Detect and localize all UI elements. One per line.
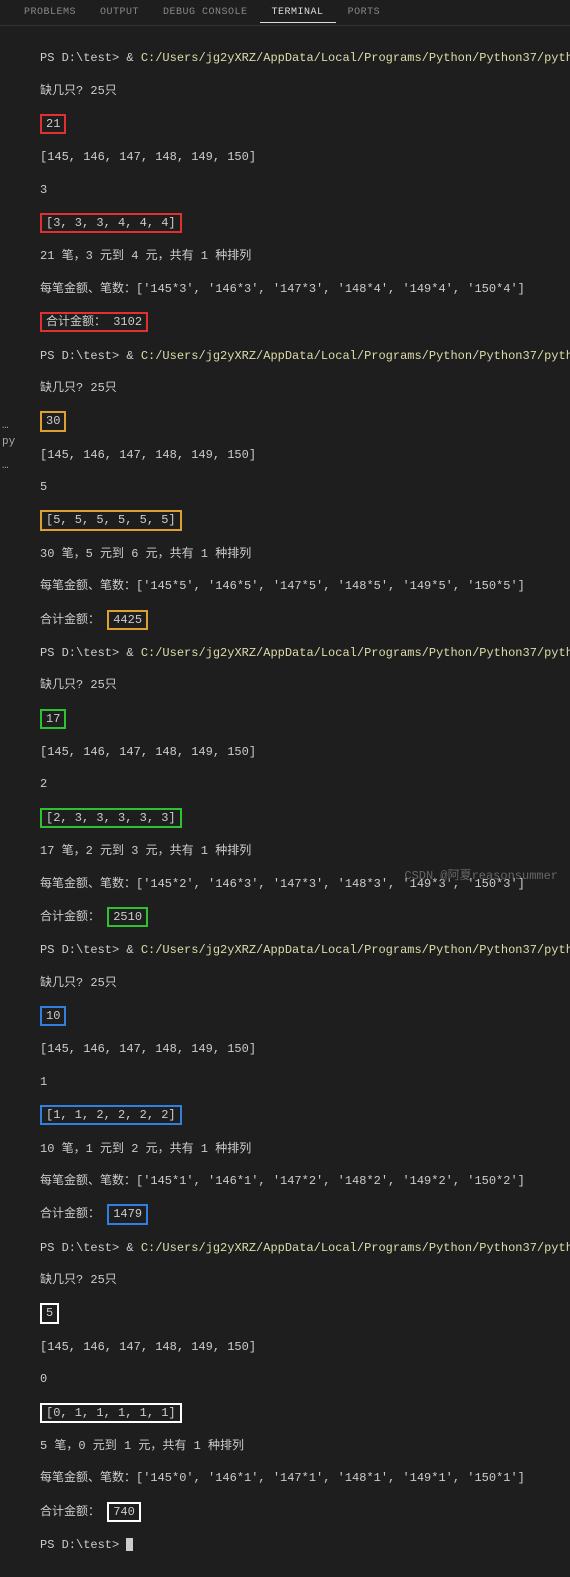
python-path: C:/Users/jg2yXRZ/AppData/Local/Programs/… [141, 943, 570, 957]
list-line: [145, 146, 147, 148, 149, 150] [40, 149, 566, 165]
run4-before: 1 [40, 1074, 566, 1090]
tab-output[interactable]: OUTPUT [88, 3, 151, 22]
run2-desc: 30 笔，5 元到 6 元，共有 1 种排列 [40, 546, 566, 562]
run3-before: 2 [40, 776, 566, 792]
question-line: 缺几只? 25只 [40, 83, 566, 99]
python-path: C:/Users/jg2yXRZ/AppData/Local/Programs/… [141, 646, 570, 660]
tab-ports[interactable]: PORTS [336, 3, 393, 22]
run1-array-box: [3, 3, 3, 4, 4, 4] [40, 213, 182, 233]
run1-before: 3 [40, 182, 566, 198]
python-path: C:/Users/jg2yXRZ/AppData/Local/Programs/… [141, 51, 570, 65]
run1-detail: 每笔金额、笔数：['145*3', '146*3', '147*3', '148… [40, 281, 566, 297]
run3-input-box: 17 [40, 709, 66, 729]
python-path: C:/Users/jg2yXRZ/AppData/Local/Programs/… [141, 1241, 570, 1255]
tab-problems[interactable]: PROBLEMS [12, 3, 88, 22]
ps-prompt: PS D:\test> & [40, 646, 141, 660]
ps-prompt: PS D:\test> & [40, 51, 141, 65]
run1-input-box: 21 [40, 114, 66, 134]
tab-debug-console[interactable]: DEBUG CONSOLE [151, 3, 260, 22]
run1-total-box: 合计金额： 3102 [40, 312, 148, 332]
run4-desc: 10 笔，1 元到 2 元，共有 1 种排列 [40, 1141, 566, 1157]
run5-detail: 每笔金额、笔数：['145*0', '146*1', '147*1', '148… [40, 1470, 566, 1486]
tab-terminal[interactable]: TERMINAL [260, 3, 336, 23]
run1-desc: 21 笔，3 元到 4 元，共有 1 种排列 [40, 248, 566, 264]
run5-desc: 5 笔，0 元到 1 元，共有 1 种排列 [40, 1438, 566, 1454]
question-line: 缺几只? 25只 [40, 380, 566, 396]
run2-array-box: [5, 5, 5, 5, 5, 5] [40, 510, 182, 530]
run4-input-box: 10 [40, 1006, 66, 1026]
run5-before: 0 [40, 1371, 566, 1387]
list-line: [145, 146, 147, 148, 149, 150] [40, 744, 566, 760]
ps-prompt: PS D:\test> & [40, 1241, 141, 1255]
run2-total-box: 4425 [107, 610, 148, 630]
final-prompt: PS D:\test> [40, 1538, 126, 1552]
run3-array-box: [2, 3, 3, 3, 3, 3] [40, 808, 182, 828]
ps-prompt: PS D:\test> & [40, 943, 141, 957]
run2-detail: 每笔金额、笔数：['145*5', '146*5', '147*5', '148… [40, 578, 566, 594]
ps-prompt: PS D:\test> & [40, 349, 141, 363]
list-line: [145, 146, 147, 148, 149, 150] [40, 1339, 566, 1355]
question-line: 缺几只? 25只 [40, 975, 566, 991]
terminal-output[interactable]: PS D:\test> & C:/Users/jg2yXRZ/AppData/L… [0, 26, 570, 1577]
run3-total-label: 合计金额： [40, 910, 100, 924]
watermark: CSDN @阿夏reasonsummer [404, 866, 558, 883]
run3-desc: 17 笔，2 元到 3 元，共有 1 种排列 [40, 843, 566, 859]
run5-array-box: [0, 1, 1, 1, 1, 1] [40, 1403, 182, 1423]
question-line: 缺几只? 25只 [40, 1272, 566, 1288]
run2-input-box: 30 [40, 411, 66, 431]
run4-array-box: [1, 1, 2, 2, 2, 2] [40, 1105, 182, 1125]
run2-total-label: 合计金额： [40, 613, 100, 627]
run4-total-label: 合计金额： [40, 1207, 100, 1221]
run5-total-label: 合计金额： [40, 1505, 100, 1519]
list-line: [145, 146, 147, 148, 149, 150] [40, 447, 566, 463]
question-line: 缺几只? 25只 [40, 677, 566, 693]
python-path: C:/Users/jg2yXRZ/AppData/Local/Programs/… [141, 349, 570, 363]
panel-tabs: PROBLEMS OUTPUT DEBUG CONSOLE TERMINAL P… [0, 0, 570, 26]
run4-total-box: 1479 [107, 1204, 148, 1224]
run5-total-box: 740 [107, 1502, 141, 1522]
run2-before: 5 [40, 479, 566, 495]
terminal-cursor [126, 1538, 133, 1551]
list-line: [145, 146, 147, 148, 149, 150] [40, 1041, 566, 1057]
run4-detail: 每笔金额、笔数：['145*1', '146*1', '147*2', '148… [40, 1173, 566, 1189]
run5-input-box: 5 [40, 1303, 59, 1323]
run3-total-box: 2510 [107, 907, 148, 927]
